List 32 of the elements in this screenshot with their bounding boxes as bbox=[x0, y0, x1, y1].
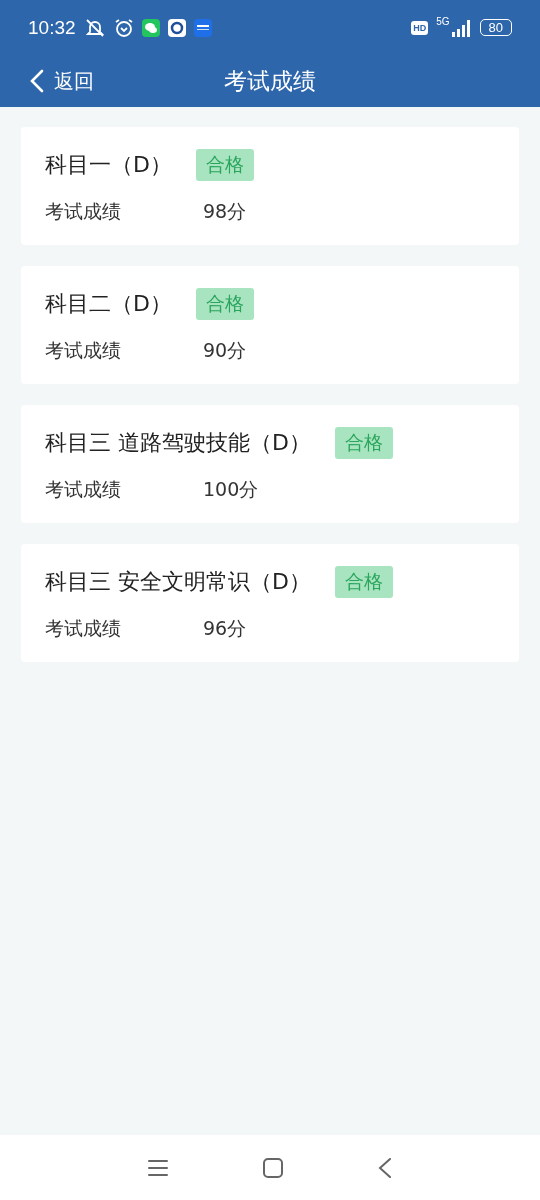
score-label: 考试成绩 bbox=[45, 199, 122, 224]
alarm-icon bbox=[113, 17, 134, 38]
app-icon bbox=[193, 18, 212, 37]
status-tag: 合格 bbox=[334, 427, 393, 459]
subject-name: 科目三 安全文明常识（D） bbox=[45, 568, 311, 596]
network-type: 5G bbox=[436, 16, 450, 27]
back-chevron-icon bbox=[30, 69, 44, 93]
status-tag: 合格 bbox=[334, 566, 393, 598]
battery-level: 80 bbox=[479, 19, 512, 36]
hd-indicator: HD bbox=[411, 20, 429, 35]
score-label: 考试成绩 bbox=[45, 338, 122, 363]
status-tag: 合格 bbox=[195, 149, 254, 181]
back-button[interactable]: 返回 bbox=[0, 67, 94, 95]
home-icon[interactable] bbox=[263, 1157, 283, 1178]
status-tag: 合格 bbox=[195, 288, 254, 320]
score-label: 考试成绩 bbox=[45, 616, 122, 641]
menu-icon[interactable] bbox=[148, 1158, 168, 1177]
subject-name: 科目二（D） bbox=[45, 290, 172, 318]
subject-name: 科目一（D） bbox=[45, 151, 172, 179]
signal-icon bbox=[449, 18, 472, 37]
score-value: 90分 bbox=[203, 338, 247, 363]
status-time: 10:32 bbox=[28, 16, 76, 39]
chat-app-icon bbox=[141, 18, 160, 37]
muted-bell-icon bbox=[83, 16, 106, 39]
app-icon bbox=[167, 18, 186, 37]
back-icon[interactable] bbox=[378, 1157, 392, 1178]
score-label: 考试成绩 bbox=[45, 477, 122, 502]
score-value: 98分 bbox=[203, 199, 247, 224]
page-title: 考试成绩 bbox=[224, 66, 316, 96]
score-value: 96分 bbox=[203, 616, 247, 641]
score-value: 100分 bbox=[203, 477, 259, 502]
subject-name: 科目三 道路驾驶技能（D） bbox=[45, 429, 311, 457]
